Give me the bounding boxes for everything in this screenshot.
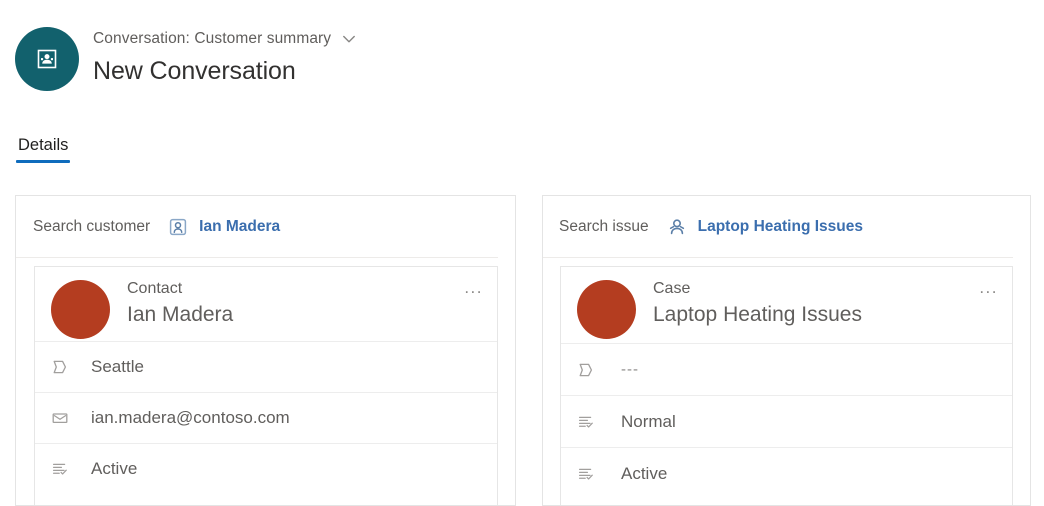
contact-card-icon (167, 216, 189, 238)
case-person-icon (666, 216, 688, 238)
case-entity-type: Case (653, 280, 691, 297)
case-priority-row: Normal (561, 395, 1012, 447)
address-icon (573, 359, 599, 381)
search-customer-value[interactable]: Ian Madera (199, 218, 280, 236)
contact-header-text: Contact Ian Madera (127, 279, 233, 330)
contact-status-row: Active (35, 443, 497, 494)
case-overflow-menu-button[interactable]: ... (979, 279, 998, 296)
tab-details[interactable]: Details (16, 136, 71, 163)
case-avatar (577, 280, 636, 339)
contact-card-header: Contact Ian Madera ... (35, 267, 497, 341)
issue-panel: Search issue Laptop Heating Issues Case … (542, 195, 1031, 506)
contact-overflow-menu-button[interactable]: ... (464, 279, 483, 296)
case-entity-name: Laptop Heating Issues (653, 303, 862, 326)
conversation-entity-icon (34, 46, 60, 72)
contact-avatar (51, 280, 110, 339)
search-customer-row: Search customer Ian Madera (16, 196, 498, 258)
summary-cards-region: Search customer Ian Madera Contact Ian M… (0, 195, 1044, 506)
contact-address-value: Seattle (91, 357, 144, 376)
search-customer-label: Search customer (33, 217, 151, 235)
contact-entity-name: Ian Madera (127, 303, 234, 326)
contact-status-value: Active (91, 459, 138, 478)
tab-strip: Details (0, 136, 1044, 176)
case-card-header: Case Laptop Heating Issues ... (561, 267, 1012, 343)
conversation-summary-selector[interactable]: Conversation: Customer summary (93, 27, 359, 51)
case-priority-value: Normal (621, 411, 676, 431)
case-address-value: --- (621, 361, 639, 378)
status-icon (47, 458, 73, 480)
chevron-down-icon[interactable] (339, 29, 359, 49)
search-issue-value[interactable]: Laptop Heating Issues (698, 218, 863, 236)
header-subtitle: Conversation: Customer summary (93, 30, 332, 47)
contact-address-row: Seattle (35, 341, 497, 392)
address-icon (47, 356, 73, 378)
customer-panel: Search customer Ian Madera Contact Ian M… (15, 195, 516, 506)
priority-icon (573, 411, 599, 433)
search-issue-row: Search issue Laptop Heating Issues (543, 196, 1013, 258)
case-status-value: Active (621, 463, 668, 483)
header-text-block: Conversation: Customer summary New Conve… (93, 27, 359, 86)
contact-entity-card: Contact Ian Madera ... Seattle ian.mader… (34, 266, 498, 505)
contact-entity-type: Contact (127, 280, 183, 297)
contact-email-value: ian.madera@contoso.com (91, 408, 290, 427)
contact-email-row: ian.madera@contoso.com (35, 392, 497, 443)
page-title: New Conversation (93, 57, 296, 85)
search-issue-label: Search issue (559, 217, 649, 235)
status-icon (573, 463, 599, 485)
case-entity-card: Case Laptop Heating Issues ... --- Norma… (560, 266, 1013, 505)
page-header: Conversation: Customer summary New Conve… (0, 0, 1044, 118)
email-icon (47, 407, 73, 429)
case-header-text: Case Laptop Heating Issues (653, 279, 862, 330)
case-status-row: Active (561, 447, 1012, 499)
case-address-row: --- (561, 343, 1012, 395)
conversation-avatar (15, 27, 79, 91)
